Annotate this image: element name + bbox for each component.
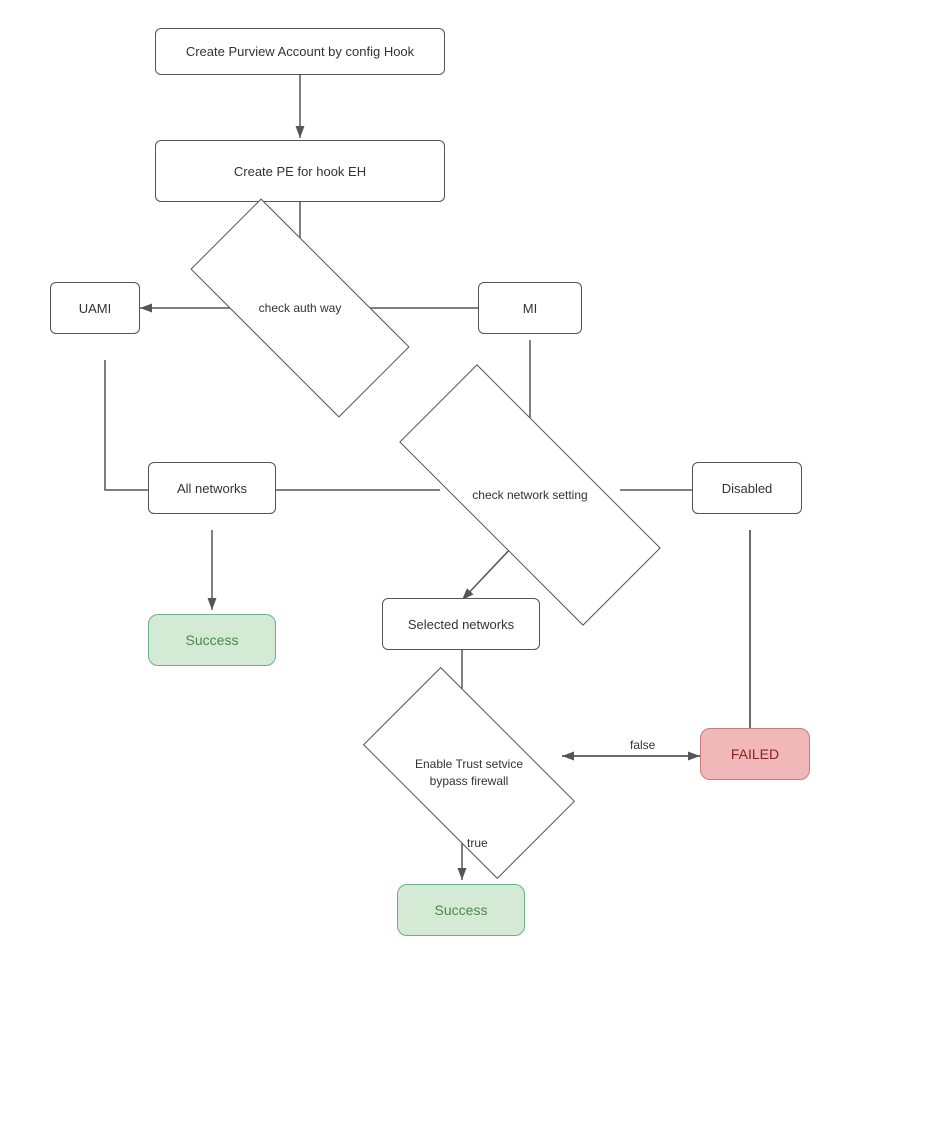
disabled-node: Disabled [692,462,802,514]
check-auth-diamond: check auth way [195,258,405,358]
flowchart-diagram: Create Purview Account by config Hook Cr… [0,0,944,1140]
success2-node: Success [397,884,525,936]
create-pe-node: Create PE for hook EH [155,140,445,202]
enable-trust-diamond: Enable Trust setvice bypass firewall [374,718,564,828]
check-network-diamond: check network setting [400,440,660,550]
all-networks-node: All networks [148,462,276,514]
success1-node: Success [148,614,276,666]
false-label: false [630,738,655,752]
uami-node: UAMI [50,282,140,334]
mi-node: MI [478,282,582,334]
true-label: true [467,836,488,850]
arrows-layer [0,0,944,1140]
create-purview-node: Create Purview Account by config Hook [155,28,445,75]
selected-networks-node: Selected networks [382,598,540,650]
failed-node: FAILED [700,728,810,780]
